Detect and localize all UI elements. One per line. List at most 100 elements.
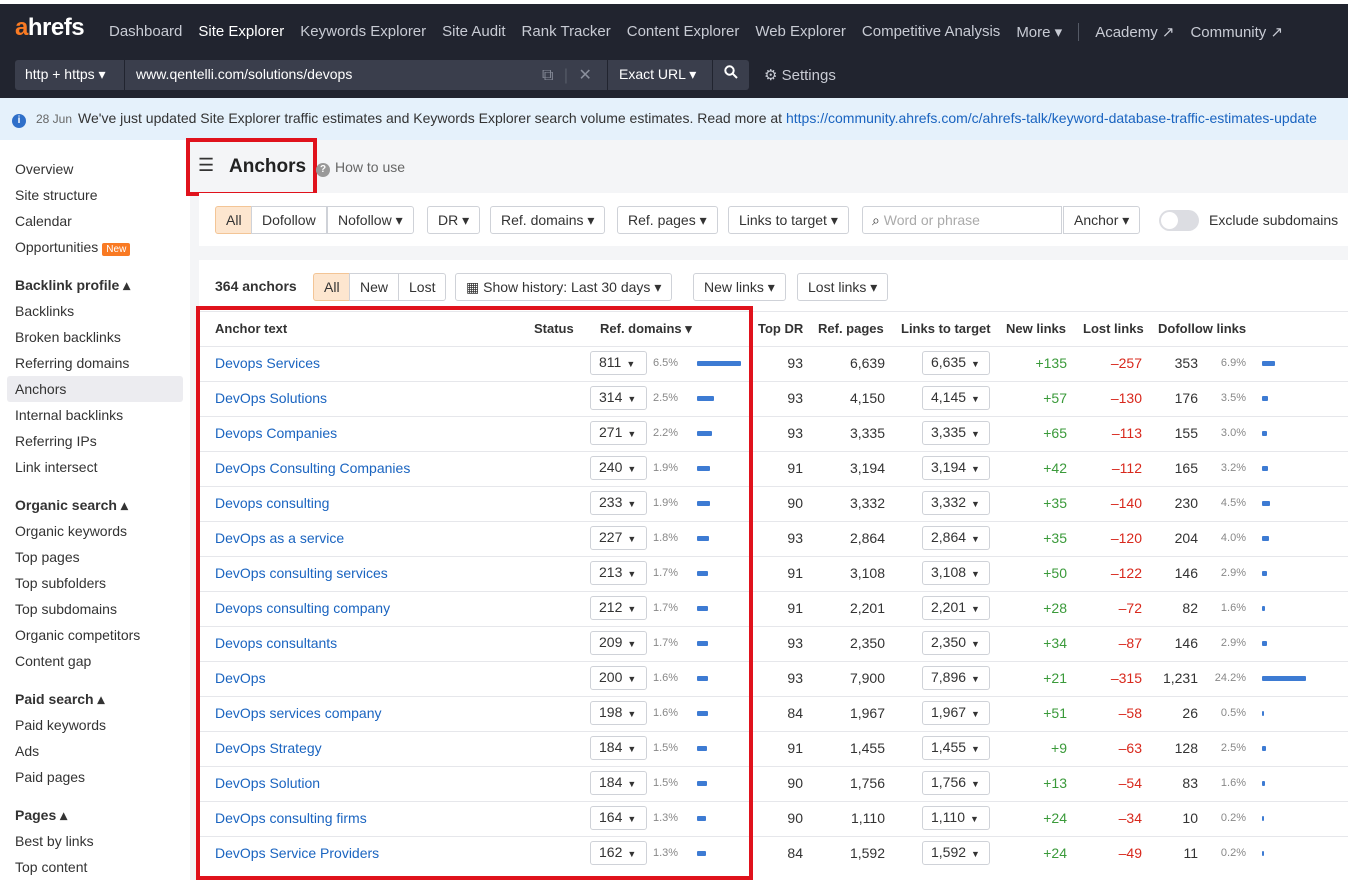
links-to-target-dropdown[interactable]: 1,110 ▼ xyxy=(922,806,990,830)
dofollow-links-value[interactable]: 26 xyxy=(1150,705,1198,721)
dofollow-links-value[interactable]: 128 xyxy=(1150,740,1198,756)
nav-more[interactable]: More ▾ xyxy=(1016,23,1062,41)
ref-pages-value[interactable]: 3,194 xyxy=(830,460,885,476)
new-links-value[interactable]: +28 xyxy=(1016,600,1067,616)
col-top-dr[interactable]: Top DR xyxy=(758,321,803,336)
links-to-target-dropdown[interactable]: 1,592 ▼ xyxy=(922,841,990,865)
ref-pages-value[interactable]: 3,335 xyxy=(830,425,885,441)
links-to-target-dropdown[interactable]: 1,455 ▼ xyxy=(922,736,990,760)
lost-links-value[interactable]: –54 xyxy=(1090,775,1142,791)
dofollow-links-value[interactable]: 146 xyxy=(1150,635,1198,651)
filter-links-to-target[interactable]: Links to target ▾ xyxy=(728,206,849,234)
sidebar-item-calendar[interactable]: Calendar xyxy=(15,213,72,229)
col-lost-links[interactable]: Lost links xyxy=(1083,321,1144,336)
sidebar-item-opportunities[interactable]: Opportunities New xyxy=(15,239,131,256)
lost-links-value[interactable]: –63 xyxy=(1090,740,1142,756)
lost-links-value[interactable]: –113 xyxy=(1090,425,1142,441)
banner-link[interactable]: https://community.ahrefs.com/c/ahrefs-ta… xyxy=(786,110,1317,126)
new-links-value[interactable]: +21 xyxy=(1016,670,1067,686)
tab-new[interactable]: New xyxy=(349,273,400,301)
new-links-value[interactable]: +35 xyxy=(1016,530,1067,546)
anchor-scope-select[interactable]: Anchor ▾ xyxy=(1063,206,1141,234)
lost-links-value[interactable]: –120 xyxy=(1090,530,1142,546)
dofollow-links-value[interactable]: 82 xyxy=(1150,600,1198,616)
new-links-value[interactable]: +42 xyxy=(1016,460,1067,476)
links-to-target-dropdown[interactable]: 7,896 ▼ xyxy=(922,666,990,690)
dofollow-links-value[interactable]: 165 xyxy=(1150,460,1198,476)
nav-content-explorer[interactable]: Content Explorer xyxy=(627,23,740,41)
links-to-target-dropdown[interactable]: 2,350 ▼ xyxy=(922,631,990,655)
sidebar-item-broken-backlinks[interactable]: Broken backlinks xyxy=(15,329,121,345)
lost-links-value[interactable]: –49 xyxy=(1090,845,1142,861)
ref-pages-value[interactable]: 2,350 xyxy=(830,635,885,651)
filter-dr[interactable]: DR ▾ xyxy=(427,206,481,234)
links-to-target-dropdown[interactable]: 3,194 ▼ xyxy=(922,456,990,480)
lost-links-value[interactable]: –122 xyxy=(1090,565,1142,581)
links-to-target-dropdown[interactable]: 2,864 ▼ xyxy=(922,526,990,550)
phrase-search-input[interactable]: ⌕ Word or phrase xyxy=(862,206,1062,234)
protocol-select[interactable]: http + https ▾ xyxy=(15,60,124,90)
nav-dashboard[interactable]: Dashboard xyxy=(109,23,182,41)
dofollow-links-value[interactable]: 204 xyxy=(1150,530,1198,546)
lost-links-value[interactable]: –112 xyxy=(1090,460,1142,476)
how-to-use-link[interactable]: ? How to use xyxy=(316,159,405,177)
nav-competitive-analysis[interactable]: Competitive Analysis xyxy=(862,23,1000,41)
mode-select[interactable]: Exact URL ▾ xyxy=(608,60,712,90)
nav-community[interactable]: Community ↗ xyxy=(1190,23,1283,41)
ref-pages-value[interactable]: 1,967 xyxy=(830,705,885,721)
search-button[interactable] xyxy=(713,60,749,90)
links-to-target-dropdown[interactable]: 1,756 ▼ xyxy=(922,771,990,795)
nav-site-explorer[interactable]: Site Explorer xyxy=(198,23,284,41)
nav-web-explorer[interactable]: Web Explorer xyxy=(755,23,846,41)
url-input[interactable]: www.qentelli.com/solutions/devops xyxy=(125,60,607,90)
clear-icon[interactable]: ✕ xyxy=(579,67,592,84)
nav-academy[interactable]: Academy ↗ xyxy=(1095,23,1174,41)
ref-pages-value[interactable]: 2,201 xyxy=(830,600,885,616)
filter-dofollow[interactable]: Dofollow xyxy=(251,206,327,234)
history-select[interactable]: ▦ Show history: Last 30 days ▾ xyxy=(455,273,673,301)
new-links-value[interactable]: +65 xyxy=(1016,425,1067,441)
exclude-subdomains-toggle[interactable] xyxy=(1159,210,1199,231)
col-links-to-target[interactable]: Links to target xyxy=(901,321,991,336)
sidebar-item-site-structure[interactable]: Site structure xyxy=(15,187,97,203)
new-links-value[interactable]: +13 xyxy=(1016,775,1067,791)
ref-pages-value[interactable]: 1,756 xyxy=(830,775,885,791)
tab-all[interactable]: All xyxy=(313,273,351,301)
sidebar-item-backlinks[interactable]: Backlinks xyxy=(15,303,74,319)
ref-pages-value[interactable]: 4,150 xyxy=(830,390,885,406)
lost-links-value[interactable]: –34 xyxy=(1090,810,1142,826)
ref-pages-value[interactable]: 3,332 xyxy=(830,495,885,511)
col-new-links[interactable]: New links xyxy=(1006,321,1066,336)
links-to-target-dropdown[interactable]: 6,635 ▼ xyxy=(922,351,990,375)
new-links-value[interactable]: +50 xyxy=(1016,565,1067,581)
lost-links-value[interactable]: –58 xyxy=(1090,705,1142,721)
settings-button[interactable]: ⚙ Settings xyxy=(764,66,836,84)
lost-links-value[interactable]: –87 xyxy=(1090,635,1142,651)
nav-rank-tracker[interactable]: Rank Tracker xyxy=(522,23,611,41)
nav-site-audit[interactable]: Site Audit xyxy=(442,23,505,41)
new-links-value[interactable]: +34 xyxy=(1016,635,1067,651)
dofollow-links-value[interactable]: 230 xyxy=(1150,495,1198,511)
ref-pages-value[interactable]: 2,864 xyxy=(830,530,885,546)
filter-ref-domains[interactable]: Ref. domains ▾ xyxy=(490,206,606,234)
lost-links-value[interactable]: –257 xyxy=(1090,355,1142,371)
open-external-icon[interactable]: ⧉ xyxy=(542,67,553,84)
col-ref-pages[interactable]: Ref. pages xyxy=(818,321,884,336)
new-links-select[interactable]: New links ▾ xyxy=(693,273,786,301)
new-links-value[interactable]: +57 xyxy=(1016,390,1067,406)
lost-links-value[interactable]: –140 xyxy=(1090,495,1142,511)
ref-pages-value[interactable]: 1,110 xyxy=(830,810,885,826)
sidebar-item-overview[interactable]: Overview xyxy=(15,161,73,177)
sidebar-section-backlink-profile[interactable]: Backlink profile ▴ xyxy=(15,277,130,294)
ref-pages-value[interactable]: 3,108 xyxy=(830,565,885,581)
dofollow-links-value[interactable]: 353 xyxy=(1150,355,1198,371)
lost-links-value[interactable]: –130 xyxy=(1090,390,1142,406)
ref-pages-value[interactable]: 7,900 xyxy=(830,670,885,686)
links-to-target-dropdown[interactable]: 3,335 ▼ xyxy=(922,421,990,445)
new-links-value[interactable]: +24 xyxy=(1016,810,1067,826)
links-to-target-dropdown[interactable]: 3,108 ▼ xyxy=(922,561,990,585)
lost-links-value[interactable]: –72 xyxy=(1090,600,1142,616)
new-links-value[interactable]: +135 xyxy=(1016,355,1067,371)
new-links-value[interactable]: +51 xyxy=(1016,705,1067,721)
nav-keywords-explorer[interactable]: Keywords Explorer xyxy=(300,23,426,41)
